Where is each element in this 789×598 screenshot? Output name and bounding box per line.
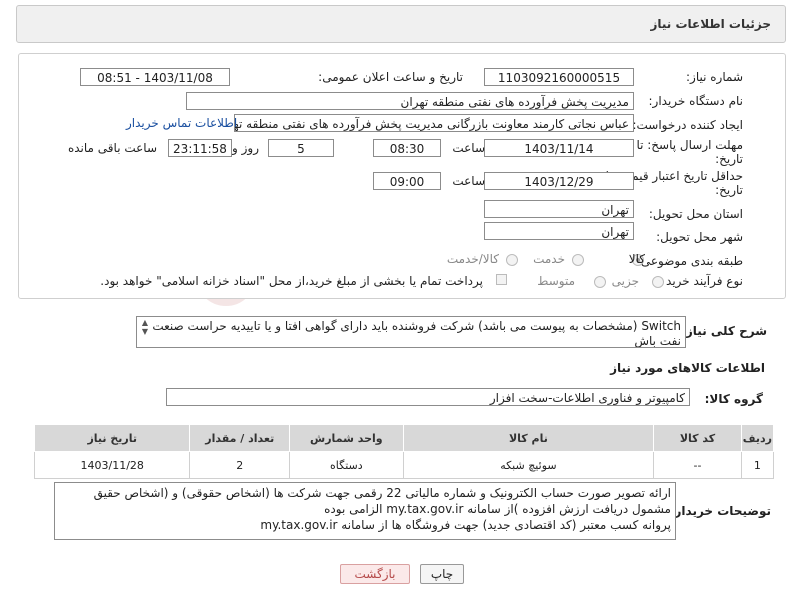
need-number-field: 1103092160000515 [484,68,634,86]
deadline-label: مهلت ارسال پاسخ: تا [636,138,743,152]
process-option-medium: متوسط [537,274,575,288]
buyer-notes-line-1: ارائه تصویر صورت حساب الکترونیک و شماره … [93,486,671,500]
category-option-service: خدمت [533,252,565,266]
category-option-goods-service: کالا/خدمت [446,252,499,266]
goods-table: ردیف کد کالا نام کالا واحد شمارش تعداد /… [33,424,775,479]
announce-field: 1403/11/08 - 08:51 [80,68,230,86]
process-option-minor: جزیی [611,274,639,288]
validity-date-field: 1403/12/29 [484,172,634,190]
buyer-notes-line-3: پروانه کسب معتبر (کد اقتصادی جدید) جهت ف… [260,518,671,532]
col-unit: واحد شمارش [289,424,404,452]
contact-buyer-link[interactable]: اطلاعات تماس خریدار [126,116,237,130]
cell-qty: 2 [189,451,291,479]
creator-field: عباس نجاتی کارمند معاونت بازرگانی مدیریت… [234,114,634,132]
deadline-time-label: ساعت [452,141,485,155]
table-row: 1 -- سوئیچ شبکه دستگاه 2 1403/11/28 [33,451,775,479]
category-radio-goods-service[interactable] [506,254,518,266]
payment-note: پرداخت تمام یا بخشی از مبلغ خرید،از محل … [100,274,483,288]
cell-row: 1 [740,451,775,479]
category-radio-service[interactable] [572,254,584,266]
city-label: شهر محل تحویل: [656,230,743,244]
col-name: نام کالا [402,424,655,452]
goods-table-header: ردیف کد کالا نام کالا واحد شمارش تعداد /… [33,424,775,452]
days-label: روز و [232,141,259,155]
city-field: تهران [484,222,634,240]
cell-code: -- [653,451,742,479]
cell-unit: دستگاه [289,451,404,479]
creator-label: ایجاد کننده درخواست: [632,118,743,132]
buyer-notes-label: توضیحات خریدار: [669,504,771,518]
goods-group-label: گروه کالا: [704,392,763,406]
buyer-notes-box: ارائه تصویر صورت حساب الکترونیک و شماره … [54,482,676,540]
page-title: جزئیات اطلاعات نیاز [650,17,771,31]
print-button[interactable]: چاپ [420,564,464,584]
cell-name: سوئیچ شبکه [402,451,655,479]
remaining-time-field: 23:11:58 [168,139,232,157]
col-row: ردیف [740,424,775,452]
province-label: استان محل تحویل: [648,207,743,221]
payment-checkbox[interactable] [496,274,507,285]
days-field: 5 [268,139,334,157]
goods-group-field: کامپیوتر و فناوری اطلاعات-سخت افزار [166,388,690,406]
category-option-goods: کالا [628,252,645,266]
announce-label: تاریخ و ساعت اعلان عمومی: [318,70,463,84]
validity-date-label: تاریخ: [715,183,743,197]
need-number-label: شماره نیاز: [686,70,743,84]
goods-section-title: اطلاعات کالاهای مورد نیاز [610,361,765,375]
description-textarea[interactable]: Switch (مشخصات به پیوست می باشد) شرکت فر… [136,316,686,348]
buyer-notes-line-2: مشمول دریافت ارزش افزوده )از سامانه my.t… [324,502,671,516]
process-radio-minor[interactable] [652,276,664,288]
buyer-org-field: مدیریت پخش فرآورده های نفتی منطقه تهران [186,92,634,110]
description-label: شرح کلی نیاز: [681,324,767,338]
remaining-label: ساعت باقی مانده [67,141,157,155]
back-button[interactable]: بازگشت [340,564,410,584]
deadline-date-field: 1403/11/14 [484,139,634,157]
description-scroll-icon[interactable]: ▲ ▼ [138,318,152,346]
validity-time-field: 09:00 [373,172,441,190]
process-radio-medium[interactable] [594,276,606,288]
cell-date: 1403/11/28 [33,451,191,479]
process-label: نوع فرآیند خرید : [658,274,743,288]
deadline-date-label: تاریخ: [715,152,743,166]
validity-time-label: ساعت [452,174,485,188]
header-panel: جزئیات اطلاعات نیاز [16,5,786,43]
col-date: تاریخ نیاز [33,424,191,452]
province-field: تهران [484,200,634,218]
buyer-org-label: نام دستگاه خریدار: [648,94,744,108]
col-qty: تعداد / مقدار [189,424,291,452]
deadline-time-field: 08:30 [373,139,441,157]
col-code: کد کالا [653,424,742,452]
category-label: طبقه بندی موضوعی: [636,254,743,268]
